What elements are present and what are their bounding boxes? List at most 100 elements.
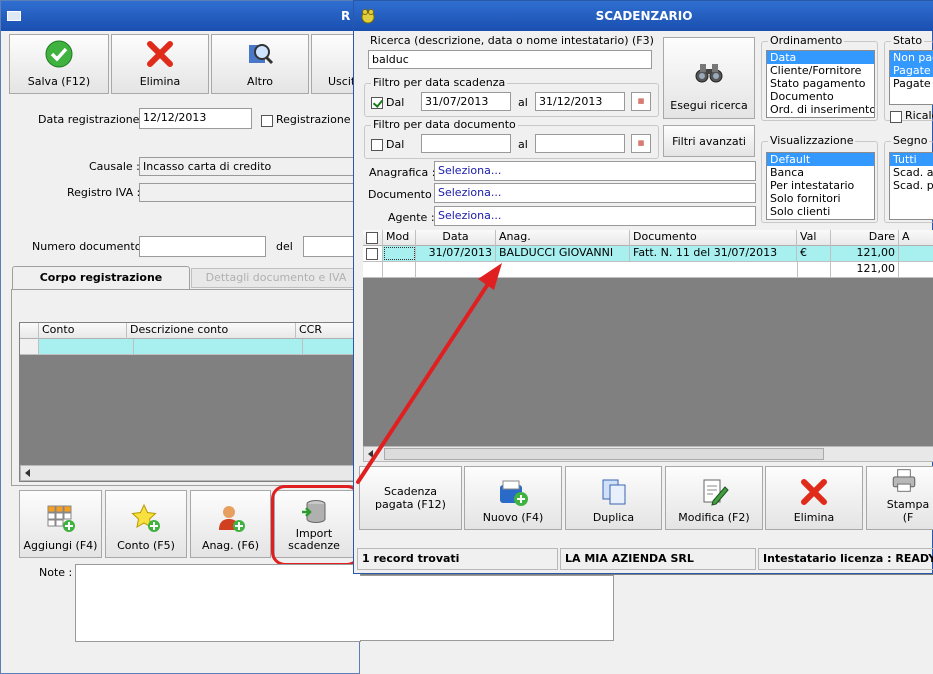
- grid-hscrollbar[interactable]: [363, 446, 933, 462]
- col-conto[interactable]: Conto: [39, 323, 127, 339]
- row-documento[interactable]: Fatt. N. 11 del 31/07/2013: [630, 246, 797, 261]
- elimina-label: Elimina: [793, 511, 835, 524]
- calendar-icon[interactable]: ▦: [631, 134, 651, 153]
- list-item[interactable]: Stato pagamento: [767, 77, 874, 90]
- select-all-checkbox[interactable]: [366, 231, 378, 244]
- list-item[interactable]: Data: [767, 51, 874, 64]
- row-anag[interactable]: BALDUCCI GIOVANNI: [496, 246, 630, 261]
- duplica-button[interactable]: Duplica: [565, 466, 662, 530]
- anag-button[interactable]: Anag. (F6): [190, 490, 271, 558]
- tab-corpo[interactable]: Corpo registrazione: [12, 266, 190, 290]
- list-item[interactable]: Documento: [767, 90, 874, 103]
- list-item[interactable]: Tutti: [890, 153, 933, 166]
- status-company: LA MIA AZIENDA SRL: [560, 548, 756, 570]
- nuovo-button[interactable]: Nuovo (F4): [464, 466, 562, 530]
- row-mod-cell[interactable]: [383, 246, 416, 261]
- row-checkbox[interactable]: [366, 247, 378, 260]
- anagrafica-selector[interactable]: Seleziona...: [434, 161, 756, 181]
- list-item[interactable]: Solo clienti: [767, 205, 874, 218]
- date-field[interactable]: 12/12/2013: [139, 108, 252, 129]
- elimina-button[interactable]: Elimina: [765, 466, 863, 530]
- col-val[interactable]: Val: [797, 230, 831, 246]
- conto-button[interactable]: Conto (F5): [105, 490, 187, 558]
- list-item[interactable]: Solo fornitori: [767, 192, 874, 205]
- duplica-label: Duplica: [592, 511, 635, 524]
- col-dare[interactable]: Dare: [831, 230, 899, 246]
- row-selector[interactable]: [20, 339, 39, 354]
- agente-label: Agente :: [388, 211, 435, 224]
- col-mod[interactable]: Mod: [383, 230, 416, 246]
- col-anag[interactable]: Anag.: [496, 230, 630, 246]
- ricalc-checkbox[interactable]: [890, 111, 902, 123]
- other-button[interactable]: Altro: [211, 34, 309, 94]
- list-item[interactable]: Cliente/Fornitore: [767, 64, 874, 77]
- scadenza-pagata-button[interactable]: Scadenza pagata (F12): [359, 466, 462, 530]
- filter-scadenza-to[interactable]: 31/12/2013: [535, 92, 625, 111]
- col-data[interactable]: Data: [416, 230, 496, 246]
- exec-search-button[interactable]: Esegui ricerca: [663, 37, 755, 119]
- calendar-icon[interactable]: ▦: [631, 92, 651, 111]
- tab-dettagli[interactable]: Dettagli documento e IVA: [191, 268, 361, 288]
- registro-field[interactable]: [139, 183, 361, 202]
- filter-scadenza-from[interactable]: 31/07/2013: [421, 92, 511, 111]
- adv-filters-button[interactable]: Filtri avanzati: [663, 125, 755, 157]
- row-data[interactable]: 31/07/2013: [416, 246, 496, 261]
- grid-hscrollbar[interactable]: [20, 465, 362, 481]
- save-button[interactable]: Salva (F12): [9, 34, 109, 94]
- registration-checkbox[interactable]: [261, 115, 273, 127]
- table-row[interactable]: 31/07/2013 BALDUCCI GIOVANNI Fatt. N. 11…: [363, 246, 933, 262]
- list-item[interactable]: Pagate: [890, 77, 933, 90]
- list-item[interactable]: Non paga: [890, 51, 933, 64]
- row-a[interactable]: [899, 246, 933, 261]
- list-item[interactable]: Ord. di inserimento: [767, 103, 874, 116]
- row-checkbox-cell[interactable]: [363, 246, 383, 261]
- conto-button-label: Conto (F5): [117, 539, 175, 552]
- aggiungi-button[interactable]: Aggiungi (F4): [19, 490, 102, 558]
- other-button-label: Altro: [247, 75, 273, 88]
- col-a[interactable]: A: [899, 230, 933, 246]
- duplicate-icon: [602, 479, 625, 505]
- star-add-icon: [131, 503, 160, 532]
- scadenze-grid[interactable]: Mod Data Anag. Documento Val Dare A 31/0…: [363, 230, 933, 462]
- row-val[interactable]: €: [797, 246, 831, 261]
- filter-scadenza-title: Filtro per data scadenza: [371, 76, 508, 89]
- exit-button[interactable]: Uscit: [311, 34, 359, 94]
- visual-list[interactable]: Default Banca Per intestatario Solo forn…: [766, 152, 875, 220]
- list-item[interactable]: Default: [767, 153, 874, 166]
- list-item[interactable]: Scad. att: [890, 166, 933, 179]
- col-descrizione[interactable]: Descrizione conto: [127, 323, 296, 339]
- list-item[interactable]: Pagate p: [890, 64, 933, 77]
- delete-button[interactable]: Elimina: [111, 34, 209, 94]
- list-item[interactable]: Per intestatario: [767, 179, 874, 192]
- col-documento[interactable]: Documento: [630, 230, 797, 246]
- visual-group: Visualizzazione Default Banca Per intest…: [761, 134, 878, 223]
- list-item[interactable]: Scad. pa: [890, 179, 933, 192]
- agente-selector[interactable]: Seleziona...: [434, 206, 756, 226]
- row-divider: [127, 339, 134, 354]
- numdoc-label: Numero documento :: [32, 240, 149, 253]
- causale-field[interactable]: Incasso carta di credito: [139, 157, 361, 176]
- stampa-button[interactable]: Stampa (F: [866, 466, 933, 530]
- header-checkbox-cell[interactable]: [363, 230, 383, 246]
- modifica-button[interactable]: Modifica (F2): [665, 466, 763, 530]
- total-spacer: [383, 262, 416, 277]
- numdoc-field[interactable]: [139, 236, 266, 257]
- filter-documento-to[interactable]: [535, 134, 625, 153]
- stato-list[interactable]: Non paga Pagate p Pagate: [889, 50, 933, 105]
- note-field[interactable]: [75, 564, 361, 642]
- list-item[interactable]: Banca: [767, 166, 874, 179]
- scroll-left-icon[interactable]: [25, 469, 30, 477]
- filter-documento-checkbox[interactable]: [371, 139, 383, 151]
- account-grid[interactable]: Conto Descrizione conto CCR: [19, 322, 362, 482]
- filter-scadenza-checkbox[interactable]: [371, 97, 383, 109]
- row-dare[interactable]: 121,00: [831, 246, 899, 261]
- table-row[interactable]: [20, 339, 362, 355]
- ordinamento-list[interactable]: Data Cliente/Fornitore Stato pagamento D…: [766, 50, 875, 118]
- documento-selector[interactable]: Seleziona...: [434, 183, 756, 203]
- scroll-left-icon[interactable]: [368, 450, 373, 458]
- scroll-thumb[interactable]: [384, 448, 824, 460]
- filter-documento-from[interactable]: [421, 134, 511, 153]
- segno-list[interactable]: Tutti Scad. att Scad. pa: [889, 152, 933, 220]
- search-input[interactable]: balduc: [368, 50, 652, 69]
- app-frog-icon: [361, 9, 375, 24]
